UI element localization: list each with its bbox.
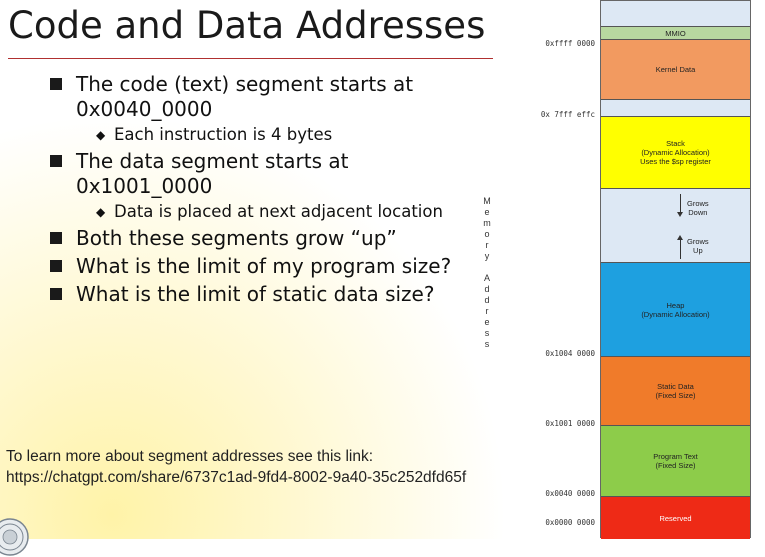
axis-letter: e [484,207,490,217]
axis-letter: y [484,251,490,261]
heap-desc: (Dynamic Allocation) [641,309,710,319]
memory-address-axis-label: Memory Address [481,196,493,350]
reserved-label: Reserved [659,513,692,523]
grows-down-label: Grows Down [687,199,709,217]
axis-letter: m [483,218,491,228]
axis-letter: o [484,229,490,239]
axis-letter: r [485,240,489,250]
address-data-base: 0x1001 0000 [545,419,595,428]
stack-label: Stack [666,139,685,148]
memory-map: MMIO Kernel Data Stack (Dynamic Allocati… [600,0,751,539]
grows-down-text-2: Down [688,208,708,217]
grows-up-label: Grows Up [687,237,709,255]
slide-title: Code and Data Addresses [8,4,486,47]
kernel-label: Kernel Data [655,65,696,74]
text-desc: (Fixed Size) [655,461,696,470]
bullet-item: Both these segments grow “up” [50,226,470,251]
bullet-list: The code (text) segment starts at 0x0040… [50,72,470,310]
axis-letter: s [484,328,490,338]
address-stack-top: 0x 7fff effc [540,110,595,119]
grows-up-text-1: Grows [687,237,709,246]
segment-stack: Stack (Dynamic Allocation) Uses the $sp … [601,116,750,188]
text-label: Program Text [653,452,698,461]
footer-link[interactable]: https://chatgpt.com/share/6737c1ad-9fd4-… [6,467,496,488]
axis-letter: r [485,306,489,316]
address-zero: 0x0000 0000 [545,518,595,527]
bullet-item: What is the limit of static data size? [50,282,470,307]
title-divider [8,58,493,59]
footer-note: To learn more about segment addresses se… [6,446,496,488]
grows-up-text-2: Up [693,246,703,255]
stack-register: Uses the $sp register [640,157,711,166]
static-desc: (Fixed Size) [655,391,696,400]
axis-letter: d [484,295,490,305]
segment-free-space [601,188,750,262]
axis-letter: s [484,339,490,349]
sub-bullet-item: Each instruction is 4 bytes [94,125,470,145]
bullet-item: The code (text) segment starts at 0x0040… [50,72,470,122]
sub-bullet-item: Data is placed at next adjacent location [94,202,470,222]
axis-letter: A [483,273,490,283]
bullet-item: What is the limit of my program size? [50,254,470,279]
axis-letter: M [483,196,491,206]
segment-static-data: Static Data (Fixed Size) [601,356,750,425]
stack-desc: (Dynamic Allocation) [641,148,710,157]
axis-letter [481,262,493,273]
bullet-item: The data segment starts at 0x1001_0000 [50,149,470,199]
footer-text: To learn more about segment addresses se… [6,448,374,465]
segment-gap [601,99,750,116]
grows-down-arrow-line [680,194,681,214]
segment-mmio: MMIO [601,26,750,39]
grows-down-text-1: Grows [687,199,709,208]
segment-heap: Heap (Dynamic Allocation) [601,262,750,356]
segment-kernel-data: Kernel Data [601,39,750,99]
grows-down-arrowhead-icon [677,212,683,217]
segment-program-text: Program Text (Fixed Size) [601,425,750,496]
mmio-label: MMIO [665,28,686,38]
segment-top [601,1,750,26]
axis-letter: d [484,284,490,294]
static-label: Static Data [657,382,694,391]
grows-up-arrow-line [680,239,681,259]
address-text-base: 0x0040 0000 [545,489,595,498]
axis-letter: e [484,317,490,327]
segment-reserved: Reserved [601,496,750,539]
heap-label: Heap [666,300,685,310]
address-ffff-0000: 0xffff 0000 [545,39,595,48]
university-seal-icon [0,518,29,556]
address-heap-base: 0x1004 0000 [545,349,595,358]
